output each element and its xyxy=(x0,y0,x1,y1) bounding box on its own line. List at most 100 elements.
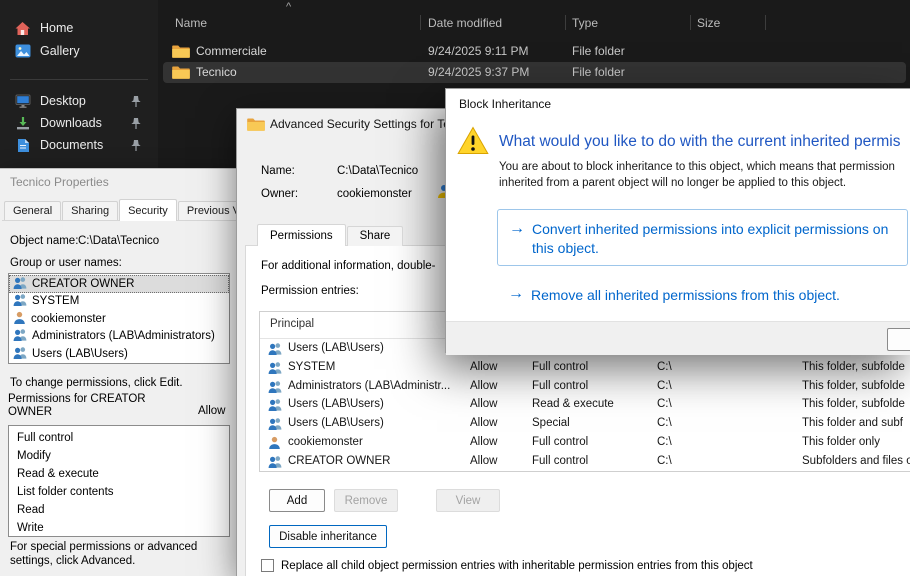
command-link-arrow-icon: → xyxy=(508,285,524,303)
group-list-item[interactable]: SYSTEM xyxy=(9,293,229,311)
allow-column-label: Allow xyxy=(198,405,225,417)
dialog-footer: Cancel xyxy=(446,321,910,355)
sidebar-item-label: Desktop xyxy=(40,94,86,108)
entry-applies-to: Subfolders and files o xyxy=(802,455,910,467)
pin-icon[interactable] xyxy=(130,139,142,152)
column-separator[interactable] xyxy=(420,15,421,30)
file-name: Tecnico xyxy=(196,65,237,79)
permission-list-item[interactable]: Write xyxy=(17,519,229,537)
permission-entry-row[interactable]: cookiemonster Allow Full control C:\ Thi… xyxy=(260,433,910,452)
entry-principal: Users (LAB\Users) xyxy=(288,417,464,429)
entry-principal: Administrators (LAB\Administr... xyxy=(288,380,464,392)
group-name: CREATOR OWNER xyxy=(32,278,134,290)
command-link-arrow-icon: → xyxy=(509,220,525,238)
entry-access: Full control xyxy=(532,380,588,392)
cancel-button[interactable]: Cancel xyxy=(887,328,910,351)
pin-icon[interactable] xyxy=(130,117,142,130)
entry-access: Full control xyxy=(532,455,588,467)
entry-access: Special xyxy=(532,417,570,429)
group-icon xyxy=(268,455,282,471)
permission-entry-row[interactable]: Administrators (LAB\Administr... Allow F… xyxy=(260,377,910,396)
owner-label: Owner: xyxy=(261,188,298,200)
file-type: File folder xyxy=(572,65,625,79)
remove-button[interactable]: Remove xyxy=(334,489,398,512)
dialog-title: Advanced Security Settings for Te xyxy=(270,117,450,131)
file-row-selected[interactable]: Tecnico 9/24/2025 9:37 PM File folder xyxy=(163,62,906,83)
tab-general[interactable]: General xyxy=(4,201,61,221)
sidebar-item-documents[interactable]: Documents xyxy=(6,134,152,156)
column-separator[interactable] xyxy=(765,15,766,30)
group-list-item[interactable]: CREATOR OWNER xyxy=(9,275,229,293)
sidebar-item-downloads[interactable]: Downloads xyxy=(6,112,152,134)
group-list-item[interactable]: cookiemonster xyxy=(9,310,229,328)
group-icon xyxy=(13,293,27,309)
entry-applies-to: This folder only xyxy=(802,436,880,448)
sidebar-item-gallery[interactable]: Gallery xyxy=(6,40,152,62)
permission-list-item[interactable]: Read & execute xyxy=(17,465,229,483)
entry-type: Allow xyxy=(470,380,497,392)
pin-icon[interactable] xyxy=(130,95,142,108)
remove-permissions-command-link[interactable]: → Remove all inherited permissions from … xyxy=(497,281,906,309)
sidebar-item-label: Home xyxy=(40,21,73,35)
permission-list-item[interactable]: Modify xyxy=(17,447,229,465)
permission-list-item[interactable]: Read xyxy=(17,501,229,519)
table-header-principal[interactable]: Principal xyxy=(270,318,314,330)
file-row[interactable]: Commerciale 9/24/2025 9:11 PM File folde… xyxy=(163,41,906,62)
permission-entry-row[interactable]: CREATOR OWNER Allow Full control C:\ Sub… xyxy=(260,452,910,471)
permission-entry-row[interactable]: SYSTEM Allow Full control C:\ This folde… xyxy=(260,358,910,377)
tab-security[interactable]: Security xyxy=(119,199,177,221)
owner-value: cookiemonster xyxy=(337,188,412,200)
downloads-icon xyxy=(14,115,31,131)
group-icon xyxy=(268,361,282,377)
disable-inheritance-button[interactable]: Disable inheritance xyxy=(269,525,387,548)
properties-title-bar[interactable]: Tecnico Properties xyxy=(0,169,237,195)
command-link-label: Remove all inherited permissions from th… xyxy=(531,286,840,305)
entry-type: Allow xyxy=(470,455,497,467)
block-title-bar[interactable]: Block Inheritance xyxy=(446,89,910,119)
entry-principal: SYSTEM xyxy=(288,361,464,373)
sidebar-item-desktop[interactable]: Desktop xyxy=(6,90,152,112)
warning-icon xyxy=(457,126,489,160)
file-date-modified: 9/24/2025 9:37 PM xyxy=(428,65,529,79)
column-header-type[interactable]: Type xyxy=(572,16,598,30)
add-button[interactable]: Add xyxy=(269,489,325,512)
object-name-label: Object name: xyxy=(10,235,78,247)
dialog-body-text: You are about to block inheritance to th… xyxy=(499,161,895,173)
block-inheritance-dialog: Block Inheritance What would you like to… xyxy=(445,88,910,353)
column-separator[interactable] xyxy=(690,15,691,30)
view-button[interactable]: View xyxy=(436,489,500,512)
entry-inherited-from: C:\ xyxy=(657,361,672,373)
name-value: C:\Data\Tecnico xyxy=(337,165,418,177)
entry-applies-to: This folder, subfolde xyxy=(802,398,905,410)
sidebar-item-label: Downloads xyxy=(40,116,102,130)
file-type: File folder xyxy=(572,44,625,58)
tab-sharing[interactable]: Sharing xyxy=(62,201,118,221)
permission-entry-row[interactable]: Users (LAB\Users) Allow Read & execute C… xyxy=(260,395,910,414)
permission-list-item[interactable]: List folder contents xyxy=(17,483,229,501)
desktop-icon xyxy=(14,93,31,109)
entry-type: Allow xyxy=(470,398,497,410)
entry-inherited-from: C:\ xyxy=(657,417,672,429)
permission-entry-row[interactable]: Users (LAB\Users) Allow Special C:\ This… xyxy=(260,414,910,433)
replace-permissions-checkbox[interactable] xyxy=(261,559,274,572)
column-separator[interactable] xyxy=(565,15,566,30)
user-icon xyxy=(13,311,26,327)
convert-permissions-command-link[interactable]: → Convert inherited permissions into exp… xyxy=(497,209,908,266)
entry-applies-to: This folder, subfolde xyxy=(802,361,905,373)
column-header-name[interactable]: Name xyxy=(175,16,207,30)
entry-inherited-from: C:\ xyxy=(657,380,672,392)
replace-permissions-label: Replace all child object permission entr… xyxy=(281,560,753,572)
group-list-item[interactable]: Administrators (LAB\Administrators) xyxy=(9,328,229,346)
sidebar-item-home[interactable]: Home xyxy=(6,17,152,39)
entry-access: Read & execute xyxy=(532,398,614,410)
permissions-for-label: Permissions for CREATOR OWNER xyxy=(8,393,158,419)
dialog-title: Tecnico Properties xyxy=(10,175,109,189)
column-header-size[interactable]: Size xyxy=(697,16,720,30)
group-list-item[interactable]: Users (LAB\Users) xyxy=(9,345,229,363)
group-icon xyxy=(13,346,27,362)
column-header-date-modified[interactable]: Date modified xyxy=(428,16,502,30)
sidebar-divider xyxy=(10,79,148,80)
tab-permissions[interactable]: Permissions xyxy=(257,224,346,246)
tab-share[interactable]: Share xyxy=(347,226,404,246)
permission-list-item[interactable]: Full control xyxy=(17,429,229,447)
